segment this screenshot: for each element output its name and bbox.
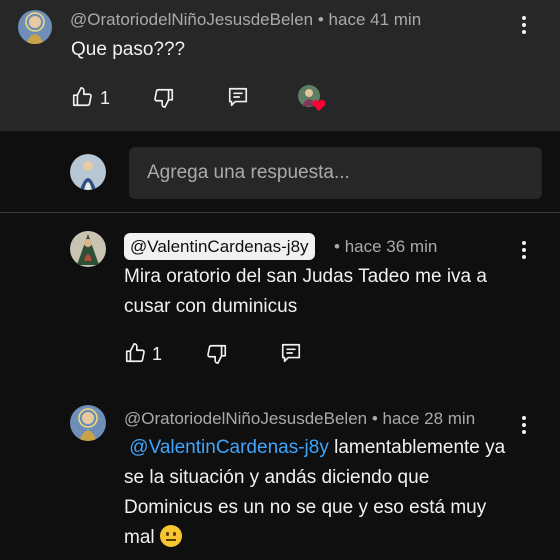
- like-count: 1: [100, 88, 111, 108]
- reply-text-container: @ValentinCardenas-j8y lamentablemente ya…: [124, 433, 520, 553]
- comment-author[interactable]: @OratoriodelNiñoJesusdeBelen: [70, 10, 313, 29]
- avatar[interactable]: [70, 405, 106, 441]
- like-count: 1: [152, 344, 163, 364]
- neutral-face-emoji: [159, 525, 182, 547]
- reply-text: Mira oratorio del san Judas Tadeo me iva…: [124, 266, 487, 317]
- reply-comment-icon[interactable]: [227, 86, 249, 113]
- meta-separator: •: [371, 409, 378, 428]
- meta-separator: •: [317, 10, 324, 29]
- meta-separator: •: [334, 237, 340, 256]
- comment-time: hace 41 min: [328, 10, 422, 29]
- kebab-menu-icon[interactable]: [521, 241, 527, 262]
- reply-input[interactable]: [129, 147, 509, 199]
- thumb-up-icon[interactable]: [124, 342, 146, 369]
- kebab-menu-icon[interactable]: [521, 416, 527, 437]
- avatar[interactable]: [70, 231, 106, 267]
- thumb-up-icon[interactable]: [71, 86, 93, 113]
- reply-time: hace 36 min: [344, 237, 438, 256]
- current-user-avatar: [70, 154, 106, 190]
- mention-link[interactable]: @ValentinCardenas-j8y: [129, 437, 329, 458]
- reply-time: hace 28 min: [382, 409, 476, 428]
- reply-author-chip[interactable]: @ValentinCardenas-j8y: [124, 233, 315, 260]
- avatar[interactable]: [18, 10, 52, 44]
- reply-comment-icon[interactable]: [280, 342, 302, 369]
- divider: [0, 212, 560, 213]
- thumb-down-icon[interactable]: [206, 343, 228, 370]
- creator-heart-icon: [298, 84, 328, 117]
- thumb-down-icon[interactable]: [153, 87, 175, 114]
- highlighted-comment: @OratoriodelNiñoJesusdeBelen • hace 41 m…: [0, 0, 560, 131]
- reply-author[interactable]: @OratoriodelNiñoJesusdeBelen: [124, 409, 367, 428]
- kebab-menu-icon[interactable]: [521, 16, 527, 37]
- reply-input-container[interactable]: [129, 147, 542, 199]
- comment-text: Que paso???: [71, 39, 186, 60]
